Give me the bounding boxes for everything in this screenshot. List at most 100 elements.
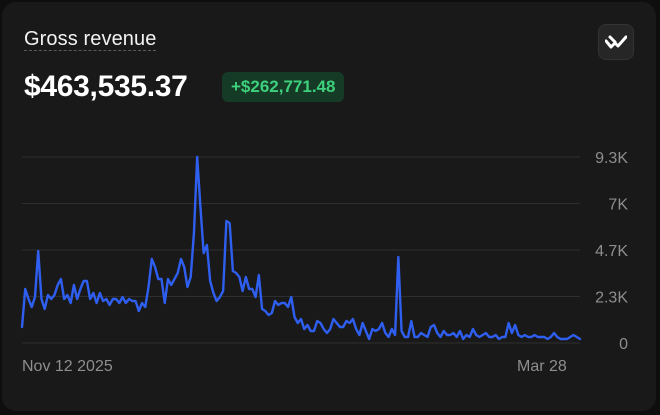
data-point (391, 328, 393, 330)
data-point (206, 244, 208, 246)
data-point (358, 334, 360, 336)
data-point (232, 270, 234, 272)
data-point (576, 336, 578, 338)
y-tick-label: 0 (619, 336, 628, 353)
data-point (475, 334, 477, 336)
data-point (63, 298, 65, 300)
data-point (128, 298, 130, 300)
data-point (394, 334, 396, 336)
data-point (73, 284, 75, 286)
data-point (164, 302, 166, 304)
data-point (24, 288, 26, 290)
data-point (345, 320, 348, 322)
y-tick-label: 7K (608, 197, 628, 214)
data-point (147, 286, 150, 288)
data-point (177, 272, 179, 274)
data-point (491, 336, 494, 338)
data-point (238, 276, 240, 278)
data-point (83, 280, 85, 282)
data-point (154, 266, 156, 268)
data-point (433, 324, 435, 326)
data-point (566, 338, 568, 340)
data-point (131, 300, 133, 302)
data-point (326, 332, 328, 334)
data-point (242, 290, 244, 292)
data-point (501, 336, 503, 338)
data-point (251, 288, 253, 290)
data-point (235, 272, 237, 274)
data-point (287, 306, 289, 308)
data-point (387, 336, 390, 338)
data-point (183, 266, 185, 268)
chart-y-ticks: 9.3K 7K 4.7K 2.3K 0 (595, 150, 628, 353)
data-point (426, 336, 429, 338)
data-point (196, 156, 198, 158)
data-point (21, 326, 23, 328)
data-point (86, 280, 88, 282)
data-point (303, 328, 305, 330)
data-point (524, 334, 526, 336)
data-point (102, 300, 104, 302)
data-point (423, 334, 425, 336)
data-point (306, 324, 309, 326)
data-point (443, 330, 445, 332)
data-point (371, 328, 373, 330)
data-point (482, 334, 484, 336)
data-point (274, 300, 276, 302)
data-point (319, 322, 322, 324)
data-point (452, 332, 455, 334)
data-point (355, 328, 357, 330)
data-point (300, 318, 302, 320)
revenue-series-points (21, 156, 581, 340)
data-point (469, 336, 471, 338)
data-point (89, 298, 91, 300)
data-point (495, 334, 497, 336)
data-point (193, 232, 195, 234)
data-point (404, 336, 406, 338)
data-point (245, 276, 247, 278)
data-point (53, 294, 56, 296)
data-point (173, 278, 176, 280)
revenue-series-line (20, 155, 582, 341)
data-point (546, 338, 549, 340)
data-point (70, 302, 72, 304)
data-point (430, 326, 432, 328)
data-point (540, 336, 542, 338)
data-point (459, 330, 461, 332)
data-point (439, 336, 442, 338)
data-point (485, 332, 487, 334)
data-point (57, 284, 59, 286)
data-point (108, 304, 111, 306)
data-point (167, 278, 169, 280)
data-point (407, 336, 409, 338)
data-point (563, 338, 565, 340)
data-point (27, 298, 30, 300)
data-point (462, 338, 464, 340)
data-point (527, 336, 529, 338)
data-point (280, 302, 283, 304)
y-tick-label: 4.7K (595, 243, 628, 260)
data-point (420, 332, 422, 334)
data-point (556, 336, 558, 338)
data-point (261, 308, 263, 310)
data-point (144, 306, 146, 308)
data-point (530, 336, 532, 338)
data-point (368, 338, 370, 340)
data-point (378, 328, 380, 330)
data-point (400, 330, 403, 332)
data-point (553, 332, 555, 334)
data-point (559, 338, 562, 340)
data-point (37, 250, 39, 252)
y-tick-label: 9.3K (595, 150, 628, 167)
data-point (138, 310, 140, 312)
data-point (180, 258, 182, 260)
data-point (267, 314, 270, 316)
data-point (134, 300, 137, 302)
data-point (543, 336, 545, 338)
data-point (521, 336, 523, 338)
data-point (79, 288, 81, 290)
data-point (332, 318, 335, 320)
data-point (47, 294, 49, 296)
chart-gridlines (22, 156, 580, 344)
data-point (384, 332, 386, 334)
